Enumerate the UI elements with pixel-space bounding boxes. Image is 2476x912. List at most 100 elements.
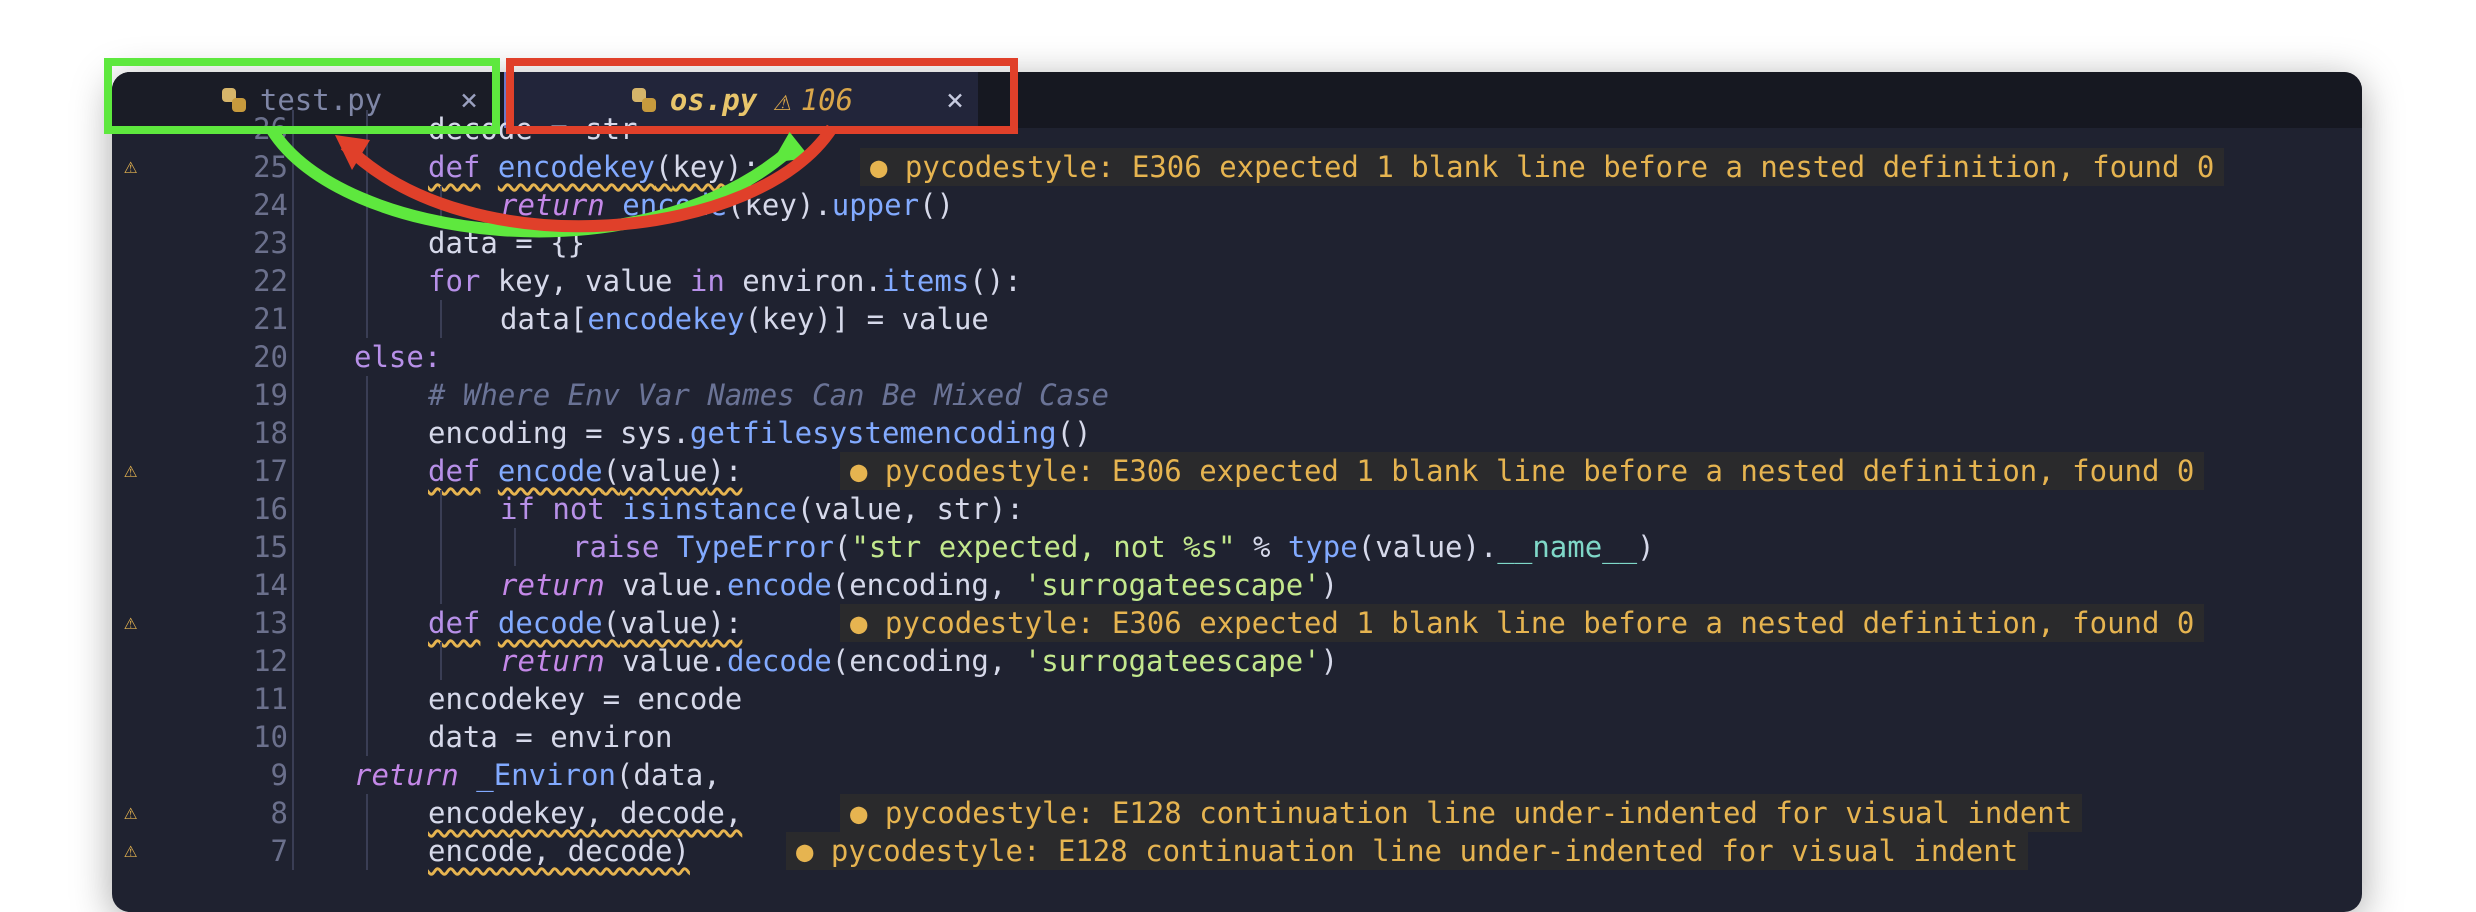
param: value	[620, 454, 708, 488]
indent-guide	[440, 528, 442, 566]
code-content[interactable]: return encode(key).upper()	[500, 186, 954, 224]
code-line: 26 decode = str	[112, 110, 2362, 148]
indent-guide	[440, 186, 442, 224]
indent-guide	[292, 794, 294, 832]
code-content[interactable]: encodekey, decode,	[428, 794, 742, 832]
code-content[interactable]: return value.decode(encoding, 'surrogate…	[500, 642, 1338, 680]
diagnostic-message: ● pycodestyle: E306 expected 1 blank lin…	[860, 148, 2225, 186]
code-content[interactable]: for key, value in environ.items():	[428, 262, 1022, 300]
code-content[interactable]: encodekey = encode	[428, 680, 742, 718]
warning-icon: ⚠	[124, 610, 138, 635]
keyword: else:	[354, 340, 442, 374]
code-text: (key)] = value	[744, 302, 989, 336]
warning-icon: ⚠	[124, 800, 138, 825]
indent-guide	[440, 490, 442, 528]
string: 'surrogateescape'	[1023, 568, 1321, 602]
code-content[interactable]: # Where Env Var Names Can Be Mixed Case	[428, 376, 1109, 414]
string: "str expected, not %s"	[851, 530, 1236, 564]
code-text: %	[1235, 530, 1288, 564]
code-content[interactable]: def decode(value):	[428, 604, 742, 642]
indent-guide	[440, 300, 442, 338]
diagnostic-message: ● pycodestyle: E306 expected 1 blank lin…	[840, 452, 2205, 490]
code-content[interactable]: if not isinstance(value, str):	[500, 490, 1024, 528]
code-content[interactable]: data = environ	[428, 718, 672, 756]
code-text: )	[1320, 568, 1339, 602]
indent-guide	[366, 604, 368, 642]
code-line: 12 return value.decode(encoding, 'surroga…	[112, 642, 2362, 680]
code-content[interactable]: return _Environ(data,	[354, 756, 721, 794]
keyword: return	[500, 568, 605, 602]
code-line: 24 return encode(key).upper()	[112, 186, 2362, 224]
code-line: 19 # Where Env Var Names Can Be Mixed Cas…	[112, 376, 2362, 414]
code-line: 22 for key, value in environ.items():	[112, 262, 2362, 300]
code-content[interactable]: decode = str	[428, 110, 638, 148]
code-text: encode, decode)	[428, 834, 690, 868]
indent-guide	[292, 338, 294, 376]
indent-guide	[366, 224, 368, 262]
code-content[interactable]: encode, decode)	[428, 832, 690, 870]
code-text: (data,	[615, 758, 721, 792]
code-text: key, value	[480, 264, 690, 298]
keyword: return	[500, 644, 605, 678]
editor-window: test.py × os.py ⚠ 106 × 26 decode = str ⚠ 2…	[112, 72, 2362, 912]
line-number: 10	[253, 720, 288, 754]
code-text: ()	[1056, 416, 1092, 450]
code-line: 23 data = {}	[112, 224, 2362, 262]
indent-guide	[366, 452, 368, 490]
code-content[interactable]: data[encodekey(key)] = value	[500, 300, 989, 338]
method-name: upper	[831, 188, 920, 222]
python-icon	[631, 88, 656, 112]
line-number: 11	[253, 682, 288, 716]
python-icon	[221, 88, 246, 112]
line-number: 9	[270, 758, 288, 792]
code-text: data[	[500, 302, 588, 336]
code-line: 9 return _Environ(data,	[112, 756, 2362, 794]
indent-guide	[292, 642, 294, 680]
code-content[interactable]: encoding = sys.getfilesystemencoding()	[428, 414, 1091, 452]
line-number: 18	[253, 416, 288, 450]
keyword: def	[428, 606, 481, 640]
keyword: raise	[572, 530, 660, 564]
keyword: return	[500, 188, 605, 222]
code-text: decode = str	[428, 112, 638, 146]
code-content[interactable]: else:	[354, 338, 441, 376]
warning-icon: ⚠	[124, 458, 138, 483]
code-line: 18 encoding = sys.getfilesystemencoding()	[112, 414, 2362, 452]
code-line: 21 data[encodekey(key)] = value	[112, 300, 2362, 338]
indent-guide	[366, 148, 368, 186]
indent-guide	[292, 528, 294, 566]
line-number: 25	[253, 150, 288, 184]
code-content[interactable]: return value.encode(encoding, 'surrogate…	[500, 566, 1338, 604]
line-number: 21	[253, 302, 288, 336]
line-number: 13	[253, 606, 288, 640]
line-number: 17	[253, 454, 288, 488]
diagnostic-message: ● pycodestyle: E306 expected 1 blank lin…	[840, 604, 2205, 642]
indent-guide	[292, 224, 294, 262]
line-number: 20	[253, 340, 288, 374]
code-text: (value, str):	[796, 492, 1024, 526]
code-line: 15 raise TypeError("str expected, not %s"…	[112, 528, 2362, 566]
indent-guide	[292, 566, 294, 604]
paren: (	[655, 150, 673, 184]
code-content[interactable]: data = {}	[428, 224, 585, 262]
code-editor[interactable]: 26 decode = str ⚠ 25 def encodekey(key): ● py…	[112, 110, 2362, 912]
code-text: (encoding,	[831, 568, 1024, 602]
code-content[interactable]: raise TypeError("str expected, not %s" %…	[572, 528, 1655, 566]
indent-guide	[366, 718, 368, 756]
code-content[interactable]: def encodekey(key):	[428, 148, 760, 186]
indent-guide	[292, 186, 294, 224]
function-name: encode	[497, 454, 603, 488]
line-number: 16	[253, 492, 288, 526]
code-content[interactable]: def encode(value):	[428, 452, 742, 490]
indent-guide	[292, 414, 294, 452]
method-name: getfilesystemencoding	[689, 416, 1057, 450]
code-text: data = {}	[428, 226, 586, 260]
indent-guide	[366, 262, 368, 300]
indent-guide	[292, 490, 294, 528]
keyword: def	[428, 150, 481, 184]
code-text: environ.	[724, 264, 882, 298]
